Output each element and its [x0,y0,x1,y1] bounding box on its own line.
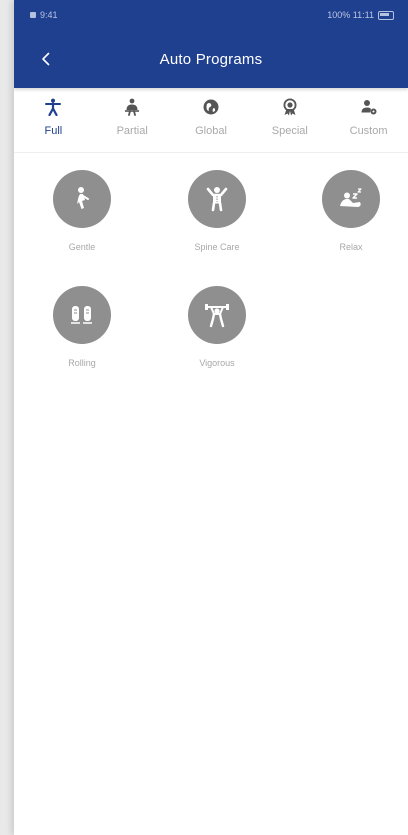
battery-icon [378,10,394,20]
tab-label: Custom [349,125,388,137]
tab-label: Global [195,125,227,137]
back-button[interactable] [32,43,60,75]
program-icon-circle [188,170,246,228]
category-tabs: Full Partial Global Special Custom [14,88,408,153]
program-vigorous[interactable]: Vigorous [169,286,265,368]
status-bar: 9:41 100% 11:11 [14,0,408,30]
tab-label: Partial [116,125,148,137]
program-icon-circle [53,170,111,228]
notification-icon [30,12,36,18]
program-label: Gentle [68,242,96,252]
status-bar-right: 100% 11:11 [327,10,394,20]
tab-full[interactable]: Full [14,88,93,152]
tab-special[interactable]: Special [250,88,329,152]
program-label: Relax [339,242,363,252]
program-label: Vigorous [199,358,235,368]
spine-care-icon [206,187,228,212]
status-bar-left: 9:41 [30,10,58,20]
program-spine-care[interactable]: Spine Care [169,170,265,252]
app-bar: Auto Programs [14,30,408,88]
program-icon-circle [188,286,246,344]
user-settings-icon [361,100,377,115]
relax-sleep-icon [340,188,362,207]
program-label: Rolling [68,358,96,368]
weightlifter-icon [205,304,229,328]
globe-icon [203,99,219,115]
status-time: 9:41 [40,10,58,20]
program-rolling[interactable]: Rolling [34,286,130,368]
status-info: 100% 11:11 [327,10,374,20]
app-screen: 9:41 100% 11:11 Auto Programs Full Parti… [14,0,408,835]
tab-label: Full [44,125,63,137]
tab-custom[interactable]: Custom [329,88,408,152]
page-title: Auto Programs [159,50,263,68]
chevron-left-icon [42,52,50,66]
award-ribbon-icon [283,98,297,116]
program-icon-circle [322,170,380,228]
program-grid: Gentle Spine Care Relax Rolling Vigorous [14,153,408,368]
tab-label: Special [271,125,308,137]
partial-body-icon [125,98,140,116]
program-icon-circle [53,286,111,344]
tab-partial[interactable]: Partial [93,88,172,152]
full-body-icon [45,98,62,116]
program-label: Spine Care [194,242,240,252]
program-gentle[interactable]: Gentle [34,170,130,252]
program-relax[interactable]: Relax [303,170,399,252]
tab-global[interactable]: Global [172,88,251,152]
rolling-feet-icon [71,306,92,324]
gentle-person-icon [77,187,89,209]
